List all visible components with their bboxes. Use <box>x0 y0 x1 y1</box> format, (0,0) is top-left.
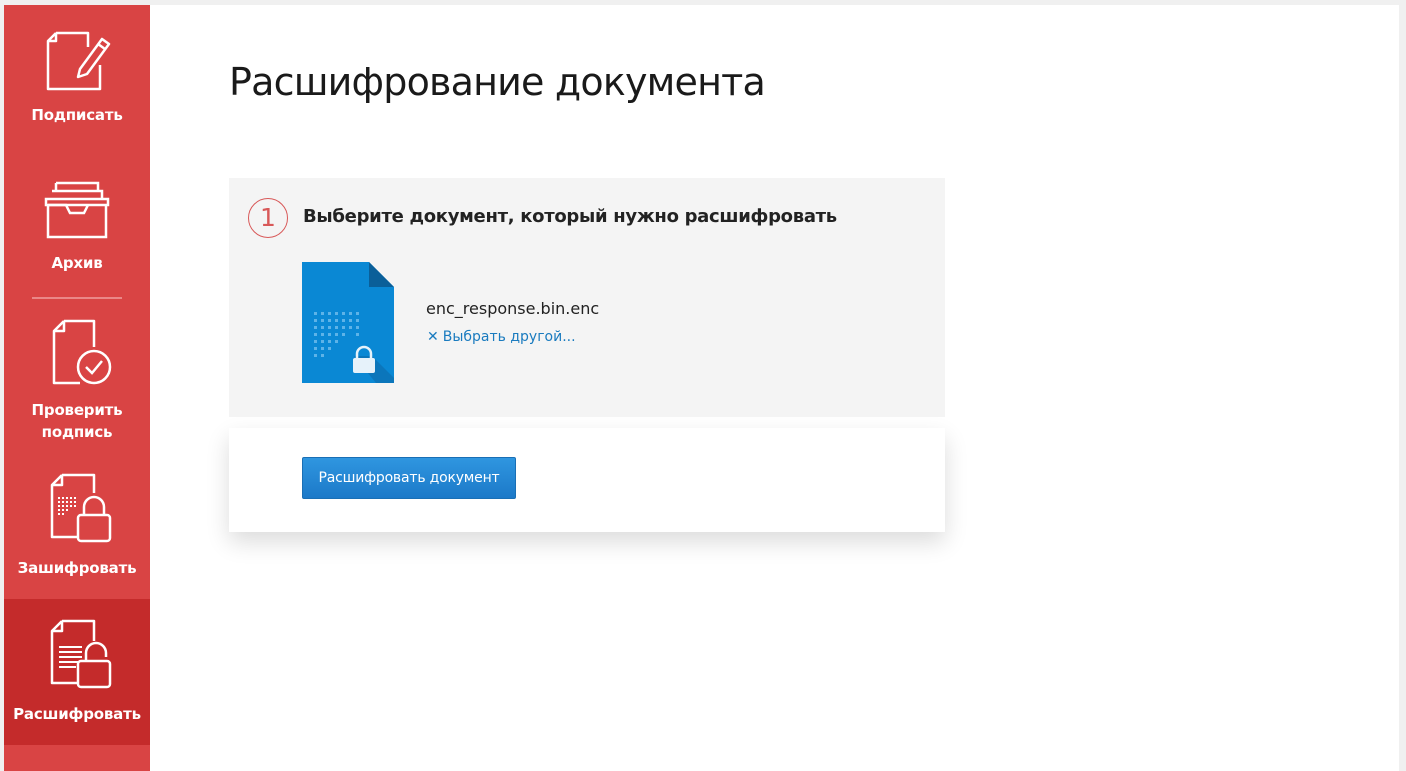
sidebar-item-label: Проверить подпись <box>31 401 123 441</box>
sidebar-item-sign[interactable]: Подписать <box>4 5 150 153</box>
sidebar-item-label: Архив <box>51 254 103 272</box>
page-title: Расшифрование документа <box>229 60 766 104</box>
sidebar-item-decrypt[interactable]: Расшифровать <box>4 599 150 745</box>
sidebar-item-verify[interactable]: Проверить подпись <box>4 305 150 453</box>
sidebar: Подписать Архив Проверить подпись Зашифр… <box>4 5 150 771</box>
step-select-document: 1 Выберите документ, который нужно расши… <box>229 178 945 417</box>
archive-tray-icon <box>4 181 150 243</box>
verify-signature-icon <box>4 317 150 393</box>
decrypt-document-icon <box>4 617 150 695</box>
sidebar-item-archive[interactable]: Архив <box>4 153 150 293</box>
action-panel: Расшифровать документ <box>229 428 945 532</box>
step-title: Выберите документ, который нужно расшифр… <box>303 206 837 227</box>
step-number: 1 <box>248 198 288 238</box>
selected-file-name: enc_response.bin.enc <box>426 299 600 318</box>
decrypt-document-button[interactable]: Расшифровать документ <box>302 457 516 499</box>
sidebar-divider <box>32 297 122 299</box>
sidebar-item-label: Зашифровать <box>17 559 137 577</box>
close-icon: ✕ <box>427 329 439 345</box>
sign-document-icon <box>4 25 150 99</box>
sidebar-item-label: Подписать <box>31 106 123 124</box>
sidebar-item-label: Расшифровать <box>13 705 141 723</box>
choose-other-label: Выбрать другой... <box>442 329 576 345</box>
encrypt-document-icon <box>4 471 150 549</box>
encrypted-file-icon <box>302 262 394 383</box>
choose-other-file-link[interactable]: ✕ Выбрать другой... <box>427 329 576 345</box>
sidebar-item-encrypt[interactable]: Зашифровать <box>4 453 150 599</box>
